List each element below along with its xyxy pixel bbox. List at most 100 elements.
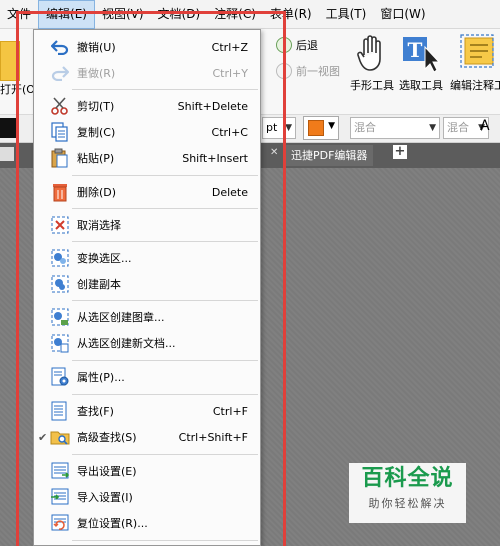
- unit-select[interactable]: pt ▼: [262, 117, 296, 139]
- menu-item-label: 变换选区...: [77, 252, 132, 265]
- menu-item-shortcut: Shift+Insert: [182, 151, 248, 165]
- menu-item-reset-settings[interactable]: 复位设置(R)...: [34, 510, 260, 536]
- menu-separator: [72, 208, 258, 209]
- open-folder-icon[interactable]: [0, 41, 20, 81]
- chevron-down-icon: ▼: [285, 123, 292, 133]
- prev-view-label: 前一视图: [296, 65, 340, 78]
- hand-tool-button[interactable]: 手形工具: [350, 33, 394, 93]
- menu-item-shortcut: Ctrl+F: [212, 404, 248, 418]
- duplicate-icon: [50, 274, 70, 294]
- find-icon: [50, 401, 70, 421]
- menu-separator: [72, 175, 258, 176]
- menu-item-cut[interactable]: 剪切(T) Shift+Delete: [34, 93, 260, 119]
- menu-item-copy[interactable]: 复制(C) Ctrl+C: [34, 119, 260, 145]
- menu-item-duplicate[interactable]: 创建副本: [34, 271, 260, 297]
- blend-mode-value-2: 混合: [447, 121, 469, 134]
- edit-annotation-icon: [459, 34, 494, 68]
- paste-icon: [50, 148, 70, 168]
- menu-item-transform-selection[interactable]: 变换选区...: [34, 245, 260, 271]
- menu-icon[interactable]: [0, 147, 14, 161]
- chevron-down-icon: ▼: [429, 123, 436, 133]
- menu-item-label: 从选区创建图章...: [77, 311, 165, 324]
- menu-separator: [72, 241, 258, 242]
- properties-icon: [50, 367, 70, 387]
- unit-value: pt: [266, 121, 278, 134]
- watermark-subtitle: 助你轻松解决: [368, 497, 447, 510]
- edit-annotation-tool-button[interactable]: 编辑注释工: [450, 33, 500, 93]
- undo-icon: [50, 37, 70, 57]
- blend-mode-select-1[interactable]: 混合 ▼: [350, 117, 440, 139]
- select-tool-button[interactable]: T 选取工具: [399, 33, 443, 93]
- menu-item-label: 导出设置(E): [77, 465, 137, 478]
- menu-tools[interactable]: 工具(T): [319, 0, 374, 29]
- reset-settings-icon: [50, 513, 70, 533]
- menu-separator: [72, 89, 258, 90]
- menu-item-label: 粘贴(P): [77, 152, 115, 165]
- edit-annotation-label: 编辑注释工: [450, 79, 500, 92]
- menu-item-create-stamp[interactable]: 从选区创建图章...: [34, 304, 260, 330]
- menu-item-label: 高级查找(S): [77, 431, 137, 444]
- back-label: 后退: [296, 39, 318, 52]
- menu-item-paste[interactable]: 粘贴(P) Shift+Insert: [34, 145, 260, 171]
- edit-menu-dropdown: 撤销(U) Ctrl+Z 重做(R) Ctrl+Y 剪切(T) Shift+De…: [33, 29, 261, 546]
- menu-item-label: 创建副本: [77, 278, 121, 291]
- tab-document-label: 迅捷PDF编辑器: [291, 149, 368, 162]
- hand-icon: [357, 35, 381, 71]
- menu-document[interactable]: 文档(D): [151, 0, 208, 29]
- fill-color-button[interactable]: ▼: [303, 116, 339, 140]
- deselect-icon: [50, 215, 70, 235]
- menu-item-label: 撤销(U): [77, 41, 116, 54]
- menu-item-undo[interactable]: 撤销(U) Ctrl+Z: [34, 34, 260, 60]
- menu-view[interactable]: 视图(V): [95, 0, 151, 29]
- menu-item-create-new-document[interactable]: 从选区创建新文档...: [34, 330, 260, 356]
- svg-text:T: T: [408, 38, 423, 62]
- import-settings-icon: [50, 487, 70, 507]
- stamp-icon: [50, 307, 70, 327]
- color-swatch[interactable]: [0, 118, 16, 138]
- select-text-icon: T: [403, 37, 441, 73]
- watermark-logo: 百科全说 助你轻松解决: [349, 463, 466, 523]
- copy-icon: [50, 122, 70, 142]
- menu-item-deselect[interactable]: 取消选择: [34, 212, 260, 238]
- tab-document[interactable]: 迅捷PDF编辑器: [285, 145, 374, 166]
- menu-item-redo[interactable]: 重做(R) Ctrl+Y: [34, 60, 260, 86]
- menu-separator: [72, 300, 258, 301]
- menu-item-label: 属性(P)...: [77, 371, 125, 384]
- menu-form[interactable]: 表单(R): [263, 0, 319, 29]
- menu-item-find[interactable]: 查找(F) Ctrl+F: [34, 398, 260, 424]
- menu-separator: [72, 540, 258, 541]
- fill-color-swatch: [308, 120, 324, 136]
- menu-item-advanced-find[interactable]: ✔ 高级查找(S) Ctrl+Shift+F: [34, 424, 260, 450]
- menu-comment[interactable]: 注释(C): [207, 0, 263, 29]
- menu-item-shortcut: Shift+Delete: [177, 99, 248, 113]
- menu-item-label: 重做(R): [77, 67, 116, 80]
- menu-item-export-settings[interactable]: 导出设置(E): [34, 458, 260, 484]
- font-icon[interactable]: A: [480, 118, 490, 134]
- close-icon[interactable]: ✕: [270, 147, 278, 158]
- back-arrow-icon: [276, 37, 292, 53]
- new-tab-button[interactable]: +: [393, 145, 407, 159]
- back-button[interactable]: 后退: [276, 37, 318, 53]
- menu-item-shortcut: Delete: [211, 185, 248, 199]
- prev-view-button[interactable]: 前一视图: [276, 63, 340, 79]
- menu-file[interactable]: 文件: [0, 0, 38, 29]
- menu-separator: [72, 394, 258, 395]
- advanced-find-icon: [50, 427, 70, 447]
- menu-item-shortcut: Ctrl+C: [211, 125, 248, 139]
- menu-window[interactable]: 窗口(W): [373, 0, 432, 29]
- checkmark-icon: ✔: [38, 430, 48, 444]
- export-settings-icon: [50, 461, 70, 481]
- menu-item-properties[interactable]: 属性(P)...: [34, 364, 260, 390]
- menu-separator: [72, 360, 258, 361]
- menu-separator: [72, 454, 258, 455]
- transform-selection-icon: [50, 248, 70, 268]
- menu-edit[interactable]: 编辑(E): [38, 0, 95, 29]
- hand-tool-label: 手形工具: [350, 79, 394, 92]
- menu-item-delete[interactable]: 删除(D) Delete: [34, 179, 260, 205]
- menu-item-import-settings[interactable]: 导入设置(I): [34, 484, 260, 510]
- menu-item-shortcut: Ctrl+Shift+F: [178, 430, 248, 444]
- redo-icon: [50, 63, 70, 83]
- menu-item-label: 删除(D): [77, 186, 117, 199]
- new-doc-icon: [50, 333, 70, 353]
- scissors-icon: [50, 96, 70, 116]
